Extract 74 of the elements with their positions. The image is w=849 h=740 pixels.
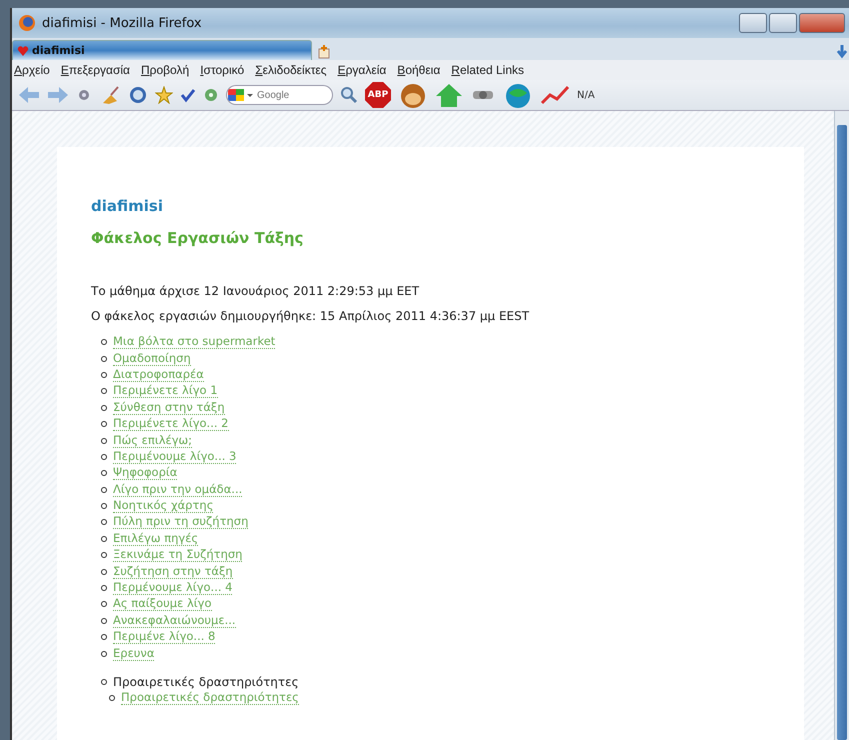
bullet-icon: [101, 519, 107, 526]
bullet-icon: [101, 503, 107, 510]
activity-link[interactable]: Ψηφοφορία: [113, 466, 178, 480]
activity-link[interactable]: Ας παίξουμε λίγο: [113, 597, 212, 612]
activity-link[interactable]: Ομαδοποίηση: [113, 352, 191, 366]
bullet-icon: [101, 438, 107, 444]
bullet-icon: [101, 486, 107, 493]
section-label: Προαιρετικές δραστηριότητες: [113, 675, 299, 689]
bullet-icon: [101, 568, 107, 575]
scrollbar[interactable]: [834, 111, 849, 740]
bullet-icon: [101, 421, 107, 428]
activity-link[interactable]: Περιμένετε λίγο... 2: [113, 417, 228, 432]
bullet-icon: [101, 536, 107, 542]
close-button[interactable]: [799, 13, 845, 33]
activity-link[interactable]: Διατροφοπαρέα: [113, 368, 204, 382]
status-text: N/A: [577, 90, 595, 100]
bullet-icon: [101, 618, 107, 624]
menu-item[interactable]: Εργαλεία: [338, 63, 386, 77]
minimize-button[interactable]: [739, 13, 767, 33]
menu-item[interactable]: Σελιδοδείκτες: [255, 63, 327, 77]
download-icon[interactable]: [835, 44, 849, 60]
activity-link[interactable]: Περμένουμε λίγο... 4: [113, 581, 232, 596]
activity-link[interactable]: Περιμένε λίγο... 8: [113, 630, 216, 644]
bullet-icon: [101, 339, 107, 346]
bullet-icon: [101, 552, 107, 558]
activity-link[interactable]: Περιμένετε λίγο 1: [113, 384, 218, 398]
bullet-icon: [101, 470, 107, 476]
page-heading: Φάκελος Εργασιών Τάξης: [91, 229, 304, 247]
activity-link[interactable]: Ανακεφαλαιώνουμε...: [113, 614, 236, 628]
star-icon[interactable]: [155, 86, 173, 104]
activity-link[interactable]: Σύνθεση στην τάξη: [113, 400, 225, 415]
checkmark-icon[interactable]: [180, 87, 196, 103]
activity-link[interactable]: Ξεκινάμε τη Συζήτηση: [113, 548, 242, 562]
bullet-icon: [101, 372, 107, 378]
bullet-icon: [101, 634, 107, 640]
home-icon[interactable]: [435, 82, 463, 108]
forward-icon[interactable]: [47, 85, 69, 105]
info-text: Ο φάκελος εργασιών δημιουργήθηκε: 15 Απρίλιος 2011 4:36:37 μμ EEST: [91, 309, 530, 323]
activity-link[interactable]: Πώς επιλέγω;: [113, 434, 192, 448]
back-icon[interactable]: [18, 85, 40, 105]
bullet-icon: [101, 585, 107, 592]
activity-link[interactable]: Συζήτηση στην τάξη: [113, 564, 233, 579]
activity-link[interactable]: Νοητικός χάρτης: [113, 499, 214, 514]
bullet-icon: [101, 601, 107, 608]
new-tab-icon[interactable]: [316, 44, 332, 60]
menu-item[interactable]: Βοήθεια: [397, 63, 440, 77]
menu-item[interactable]: Related Links: [451, 63, 524, 77]
activity-link[interactable]: Πύλη πριν τη συζήτηση: [113, 515, 248, 530]
info-text: Το μάθημα άρχισε 12 Ιανουάριος 2011 2:29:53 μμ EET: [91, 284, 420, 298]
activity-link[interactable]: Προαιρετικές δραστηριότητες: [121, 691, 299, 706]
bullet-icon: [101, 679, 107, 685]
menu-item[interactable]: Αρχείο: [14, 63, 50, 77]
menu-item[interactable]: Προβολή: [140, 63, 190, 77]
activity-link[interactable]: Επιλέγω πηγές: [113, 532, 198, 546]
bullet-icon: [101, 404, 107, 411]
activity-link[interactable]: Λίγο πριν την ομάδα...: [113, 482, 242, 497]
bullet-icon: [101, 356, 107, 362]
menu-item[interactable]: Επεξεργασία: [60, 63, 130, 77]
activity-link[interactable]: Μια βόλτα στο supermarket: [113, 335, 276, 350]
activity-link[interactable]: Ερευνα: [113, 646, 154, 661]
maximize-button[interactable]: [769, 13, 797, 33]
search-icon[interactable]: [340, 86, 358, 104]
bullet-icon: [109, 695, 115, 702]
bullet-icon: [101, 650, 107, 657]
chart-icon[interactable]: [540, 83, 570, 107]
bullet-icon: [101, 454, 107, 460]
heart-icon: [17, 44, 29, 56]
bullet-icon: [101, 388, 107, 394]
activity-link[interactable]: Περιμένουμε λίγο... 3: [113, 450, 236, 464]
site-title: diafimisi: [91, 197, 164, 215]
browser-tab[interactable]: diafimisi: [12, 40, 312, 60]
menu-item[interactable]: Ιστορικό: [200, 63, 244, 77]
adblock-button[interactable]: ABP: [365, 82, 391, 108]
window-title: diafimisi - Mozilla Firefox: [42, 16, 202, 30]
